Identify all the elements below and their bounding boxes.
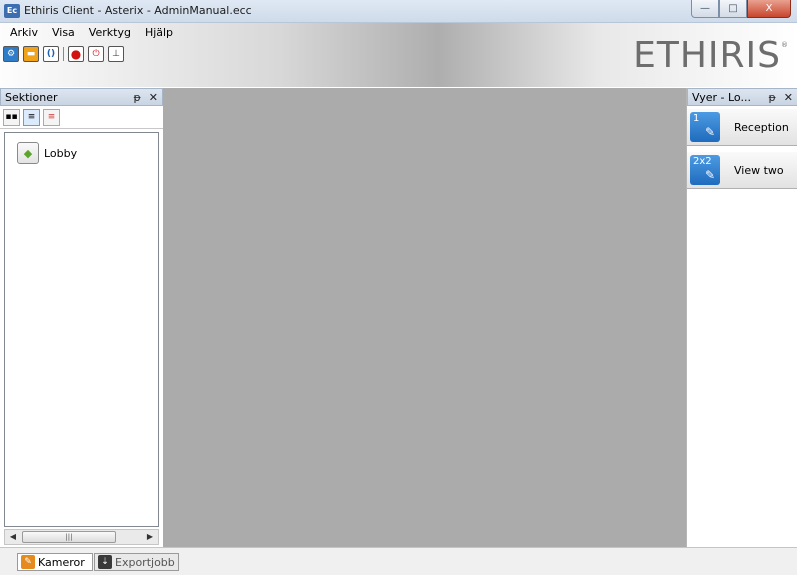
export-job-icon: ⇣: [98, 555, 112, 569]
ethiris-logo: ETHIRIS®: [633, 35, 789, 76]
menu-arkiv[interactable]: Arkiv: [10, 26, 38, 39]
tab-label: Exportjobb: [115, 555, 175, 569]
list-view-icon[interactable]: ≡: [23, 108, 40, 126]
window-controls: — □ X: [691, 0, 791, 18]
tab-label: Kameror: [38, 555, 85, 569]
app-icon: Ec: [4, 4, 20, 18]
reload-icon[interactable]: (): [43, 46, 59, 62]
panel-close-icon[interactable]: ✕: [784, 91, 793, 104]
menu-hjalp[interactable]: Hjälp: [145, 26, 173, 39]
title-bar: Ec Ethiris Client - Asterix - AdminManua…: [0, 0, 797, 23]
scroll-thumb[interactable]: |||: [22, 531, 116, 543]
view-layout-icon: 1 ✎: [690, 112, 720, 142]
logo-text: ETHIRIS: [633, 35, 781, 76]
toolbar-separator: [63, 47, 64, 61]
sections-toolbar: ▪▪ ≡ ≡: [0, 106, 163, 129]
sections-panel-title: Sektioner: [5, 90, 58, 104]
export-icon[interactable]: ⊥: [108, 46, 124, 62]
tab-exportjobb[interactable]: ⇣ Exportjobb: [94, 553, 179, 571]
close-button[interactable]: X: [747, 0, 791, 18]
power-icon[interactable]: ⏻: [88, 46, 104, 62]
window-title: Ethiris Client - Asterix - AdminManual.e…: [24, 4, 252, 17]
view-badge: 1: [693, 113, 700, 124]
menu-bar: Arkiv Visa Verktyg Hjälp: [10, 26, 173, 39]
view-badge: 2x2: [693, 156, 712, 167]
pin-icon[interactable]: ᵽ: [768, 91, 775, 104]
main-workspace: [163, 88, 686, 547]
scroll-right-icon[interactable]: ▶: [143, 531, 157, 543]
views-panel-title: Vyer - Lo...: [692, 90, 751, 104]
sections-panel-header: Sektioner ᵽ ✕: [0, 88, 163, 106]
scroll-left-icon[interactable]: ◀: [6, 531, 20, 543]
open-folder-icon[interactable]: ▬: [23, 46, 39, 62]
menu-verktyg[interactable]: Verktyg: [89, 26, 131, 39]
sections-panel: Sektioner ᵽ ✕ ▪▪ ≡ ≡ ◆ Lobby ◀ ||| ▶: [0, 88, 163, 547]
tree-item-label: Lobby: [44, 146, 78, 160]
trademark-mark: ®: [781, 41, 789, 49]
section-icon: ◆: [17, 142, 39, 164]
menu-visa[interactable]: Visa: [52, 26, 75, 39]
maximize-button[interactable]: □: [719, 0, 747, 18]
bottom-tab-bar: ✎ Kameror ⇣ Exportjobb: [0, 547, 797, 575]
sections-tree: ◆ Lobby: [4, 132, 159, 527]
settings-icon[interactable]: ⚙: [3, 46, 19, 62]
camera-icon: ✎: [21, 555, 35, 569]
tree-item-lobby[interactable]: ◆ Lobby: [17, 142, 77, 164]
detail-view-icon[interactable]: ≡: [43, 108, 60, 126]
panel-close-icon[interactable]: ✕: [149, 91, 158, 104]
edit-pen-icon: ✎: [704, 125, 715, 139]
tab-kameror[interactable]: ✎ Kameror: [17, 553, 93, 571]
view-layout-icon: 2x2 ✎: [690, 155, 720, 185]
view-label: Reception: [734, 120, 789, 134]
pin-icon[interactable]: ᵽ: [133, 91, 140, 104]
record-icon[interactable]: ●: [68, 46, 84, 62]
edit-pen-icon: ✎: [704, 168, 715, 182]
view-tile-view-two[interactable]: 2x2 ✎ View two: [687, 152, 797, 189]
views-panel: Vyer - Lo... ᵽ ✕ 1 ✎ Reception 2x2 ✎ Vie…: [686, 88, 797, 547]
views-panel-header: Vyer - Lo... ᵽ ✕: [687, 88, 797, 106]
tree-view-icon[interactable]: ▪▪: [3, 108, 20, 126]
minimize-button[interactable]: —: [691, 0, 719, 18]
view-label: View two: [734, 163, 784, 177]
view-tile-reception[interactable]: 1 ✎ Reception: [687, 109, 797, 146]
menu-toolbar-band: Arkiv Visa Verktyg Hjälp ⚙ ▬ () ● ⏻ ⊥ ET…: [0, 23, 797, 87]
main-toolbar: ⚙ ▬ () ● ⏻ ⊥: [3, 46, 124, 62]
horizontal-scrollbar[interactable]: ◀ ||| ▶: [4, 529, 159, 545]
